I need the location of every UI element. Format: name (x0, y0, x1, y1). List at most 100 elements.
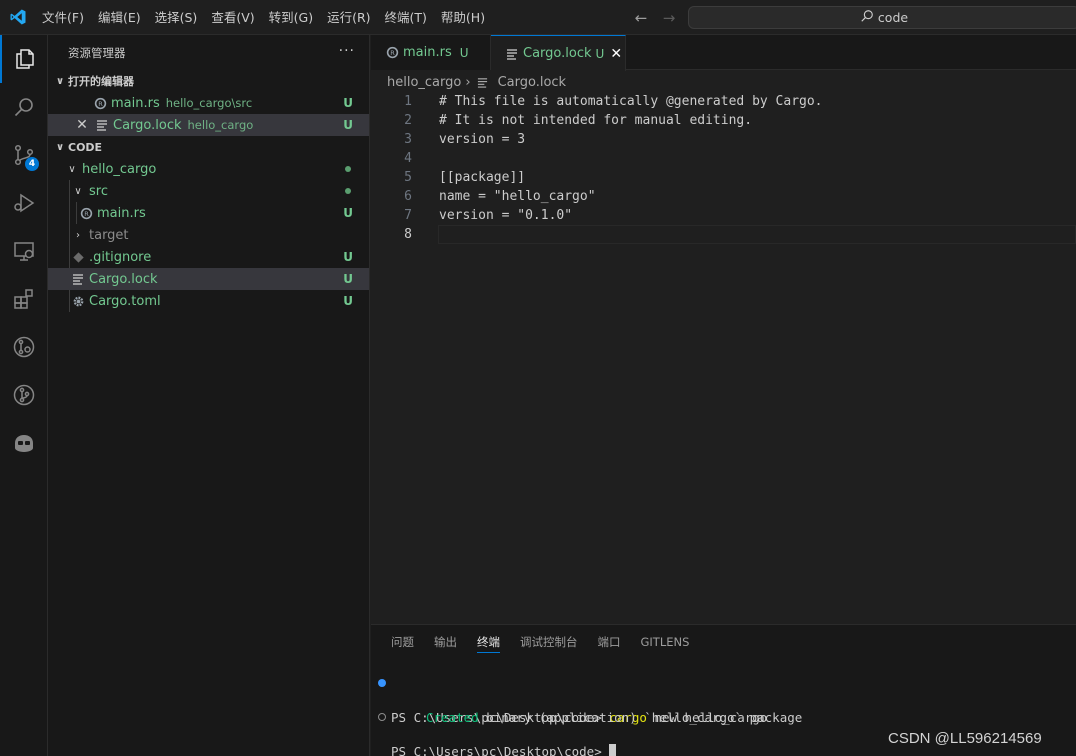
line-number: 4 (404, 151, 412, 166)
tree-folder-target[interactable]: › target (48, 224, 369, 246)
explorer-sidebar: 资源管理器 ··· ∨ 打开的编辑器 R main.rs hello_cargo… (48, 35, 370, 756)
open-editor-name: Cargo.lock (113, 117, 182, 133)
code-line: 7 version = "0.1.0" (371, 206, 1076, 225)
code-line: 1 # This file is automatically @generated… (371, 92, 1076, 111)
tab-terminal[interactable]: 终端 (477, 625, 500, 659)
menu-selection[interactable]: 选择(S) (148, 0, 205, 35)
navigation-arrows: ← → (632, 0, 678, 35)
copilot-icon[interactable] (0, 419, 48, 467)
command-center-search[interactable]: code (688, 6, 1076, 29)
open-editor-desc: hello_cargo (187, 118, 254, 132)
untracked-badge: U (343, 272, 353, 286)
tree-folder-hello-cargo[interactable]: ∨ hello_cargo (48, 158, 369, 180)
search-icon (860, 9, 874, 26)
tab-main-rs[interactable]: R main.rs U (371, 35, 491, 70)
code-line: 5 [[package]] (371, 168, 1076, 187)
tree-item-label: target (89, 227, 129, 243)
menu-go[interactable]: 转到(G) (262, 0, 320, 35)
remote-explorer-icon[interactable] (0, 227, 48, 275)
terminal-cursor (609, 744, 617, 756)
open-editor-main-rs[interactable]: R main.rs hello_cargo\src U (48, 92, 369, 114)
menu-view[interactable]: 查看(V) (204, 0, 261, 35)
tree-file-main-rs[interactable]: R main.rs U (48, 202, 369, 224)
tree-item-label: .gitignore (89, 249, 152, 265)
menu-help[interactable]: 帮助(H) (434, 0, 492, 35)
search-view-icon[interactable] (0, 83, 48, 131)
gitlens-inspect-icon[interactable] (0, 323, 48, 371)
untracked-badge: U (343, 96, 353, 110)
more-actions-icon[interactable]: ··· (339, 35, 355, 68)
lines-file-icon (94, 119, 110, 131)
tree-file-cargo-lock[interactable]: Cargo.lock U (48, 268, 369, 290)
breadcrumb-folder[interactable]: hello_cargo (387, 75, 461, 90)
explorer-header: 资源管理器 ··· (48, 35, 369, 70)
close-icon[interactable]: ✕ (74, 117, 90, 133)
command-success-dot[interactable] (378, 679, 386, 687)
explorer-icon[interactable] (0, 35, 48, 83)
modified-dot (345, 188, 351, 194)
lines-file-icon (70, 273, 86, 285)
tab-status: U (595, 46, 605, 61)
line-number: 5 (404, 170, 412, 185)
line-text: [[package]] (439, 170, 526, 185)
chevron-down-icon: ∨ (74, 185, 82, 197)
tree-file-gitignore[interactable]: .gitignore U (48, 246, 369, 268)
menu-run[interactable]: 运行(R) (320, 0, 377, 35)
line-text: # This file is automatically @generated … (439, 94, 823, 109)
untracked-badge: U (343, 118, 353, 132)
search-label: code (877, 10, 909, 25)
menu-terminal[interactable]: 终端(T) (378, 0, 434, 35)
extensions-icon[interactable] (0, 275, 48, 323)
explorer-title: 资源管理器 (68, 45, 126, 60)
tab-output[interactable]: 输出 (434, 625, 457, 659)
terminal[interactable]: PS C:\Users\pc\Desktop\code> cargo new h… (371, 675, 1076, 756)
line-text: name = "hello_cargo" (439, 189, 596, 204)
lines-file-icon (475, 77, 491, 88)
line-text: version = 3 (439, 132, 526, 147)
open-editor-cargo-lock[interactable]: ✕ Cargo.lock hello_cargo U (48, 114, 369, 136)
chevron-down-icon: ∨ (55, 141, 65, 153)
tree-file-cargo-toml[interactable]: Cargo.toml U (48, 290, 369, 312)
open-editors-section[interactable]: ∨ 打开的编辑器 (48, 70, 369, 92)
line-number: 6 (404, 189, 412, 204)
tree-item-label: Cargo.toml (89, 293, 161, 309)
file-tree: ∨ hello_cargo ∨ src R main.rs U › target… (48, 158, 369, 312)
gear-icon (70, 295, 86, 308)
tree-item-label: hello_cargo (82, 161, 157, 177)
menu-file[interactable]: 文件(F) (35, 0, 91, 35)
untracked-badge: U (343, 206, 353, 220)
command-pending-dot[interactable] (378, 713, 386, 721)
menu-edit[interactable]: 编辑(E) (91, 0, 148, 35)
forward-arrow-icon[interactable]: → (660, 9, 678, 27)
terminal-prompt: PS C:\Users\pc\Desktop\code> (391, 744, 610, 756)
breadcrumb-file[interactable]: Cargo.lock (498, 75, 567, 90)
run-debug-icon[interactable] (0, 179, 48, 227)
folder-section-code[interactable]: ∨ CODE (48, 136, 369, 158)
line-text: version = "0.1.0" (439, 208, 573, 223)
code-line: 3 version = 3 (371, 130, 1076, 149)
tree-folder-src[interactable]: ∨ src (48, 180, 369, 202)
watermark: CSDN @LL596214569 (888, 730, 1042, 747)
close-icon[interactable]: ✕ (610, 46, 622, 62)
tab-cargo-lock[interactable]: Cargo.lock U ✕ (491, 35, 626, 71)
tree-item-label: main.rs (97, 205, 146, 221)
tab-problems[interactable]: 问题 (391, 625, 414, 659)
tab-debug-console[interactable]: 调试控制台 (520, 625, 578, 659)
code-line-current: 8 (371, 225, 1076, 244)
tab-ports[interactable]: 端口 (598, 625, 621, 659)
gitlens-icon[interactable] (0, 371, 48, 419)
open-editor-name: main.rs (111, 95, 160, 111)
line-number: 1 (404, 94, 412, 109)
menu-bar: 文件(F) 编辑(E) 选择(S) 查看(V) 转到(G) 运行(R) 终端(T… (35, 0, 492, 35)
panel-tabs: 问题 输出 终端 调试控制台 端口 GITLENS (371, 625, 689, 659)
chevron-right-icon: › (76, 229, 80, 241)
rust-file-icon: R (384, 46, 400, 59)
terminal-line: PS C:\Users\pc\Desktop\code> cargo new h… (371, 675, 1076, 725)
source-control-icon[interactable]: 4 (0, 131, 48, 179)
code-editor[interactable]: 1 # This file is automatically @generated… (371, 92, 1076, 244)
folder-label: CODE (68, 140, 103, 154)
tab-label: Cargo.lock (523, 46, 592, 61)
code-line: 2 # It is not intended for manual editing… (371, 111, 1076, 130)
tab-gitlens[interactable]: GITLENS (641, 625, 690, 659)
back-arrow-icon[interactable]: ← (632, 9, 650, 27)
